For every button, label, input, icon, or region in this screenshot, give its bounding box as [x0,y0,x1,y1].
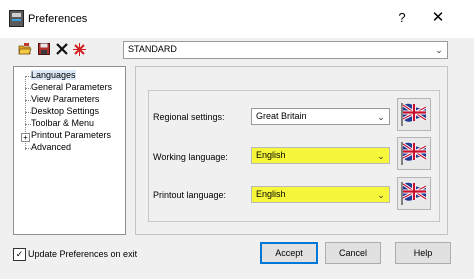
printout-language-value: English [256,189,286,199]
new-icon[interactable] [72,43,86,57]
uk-flag-icon [401,142,427,165]
uk-flag-icon [401,182,427,205]
close-button[interactable]: ✕ [425,8,451,28]
tree-item-advanced[interactable]: Advanced [31,142,71,152]
profile-value: STANDARD [128,44,177,54]
chevron-down-icon: ⌄ [377,190,385,200]
printout-flag-button[interactable] [397,177,431,210]
regional-settings-select[interactable]: Great Britain ⌄ [251,108,390,125]
help-title-button[interactable]: ? [390,8,414,28]
save-icon[interactable] [37,43,51,57]
update-preferences-label: Update Preferences on exit [28,249,138,259]
tree-item-desktop-settings[interactable]: Desktop Settings [31,106,99,116]
tree-item-general-parameters[interactable]: General Parameters [31,82,112,92]
regional-flag-button[interactable] [397,98,431,131]
help-button[interactable]: Help [395,242,451,264]
app-icon [9,10,24,27]
working-language-label: Working language: [153,152,228,162]
printout-language-select[interactable]: English ⌄ [251,186,390,203]
printout-language-label: Printout language: [153,190,227,200]
expand-icon[interactable]: + [21,133,30,142]
regional-settings-value: Great Britain [256,111,307,121]
tree-item-toolbar-menu[interactable]: Toolbar & Menu [31,118,94,128]
update-preferences-checkbox[interactable]: ✓ [13,248,26,261]
delete-icon[interactable] [55,43,69,57]
profile-select[interactable]: STANDARD ⌄ [123,41,448,59]
tree-item-printout-parameters[interactable]: Printout Parameters [31,130,111,140]
preferences-tree[interactable]: + Languages General Parameters View Para… [13,66,126,235]
cancel-button[interactable]: Cancel [325,242,381,264]
working-language-select[interactable]: English ⌄ [251,147,390,164]
chevron-down-icon: ⌄ [377,151,385,161]
tree-item-view-parameters[interactable]: View Parameters [31,94,99,104]
window-title: Preferences [28,13,88,25]
uk-flag-icon [401,103,427,126]
open-folder-icon[interactable] [18,43,32,57]
accept-button[interactable]: Accept [260,242,318,264]
regional-settings-label: Regional settings: [153,112,225,122]
tree-item-languages[interactable]: Languages [31,70,76,80]
working-flag-button[interactable] [397,137,431,170]
chevron-down-icon: ⌄ [377,112,385,122]
working-language-value: English [256,150,286,160]
chevron-down-icon: ⌄ [435,45,443,55]
